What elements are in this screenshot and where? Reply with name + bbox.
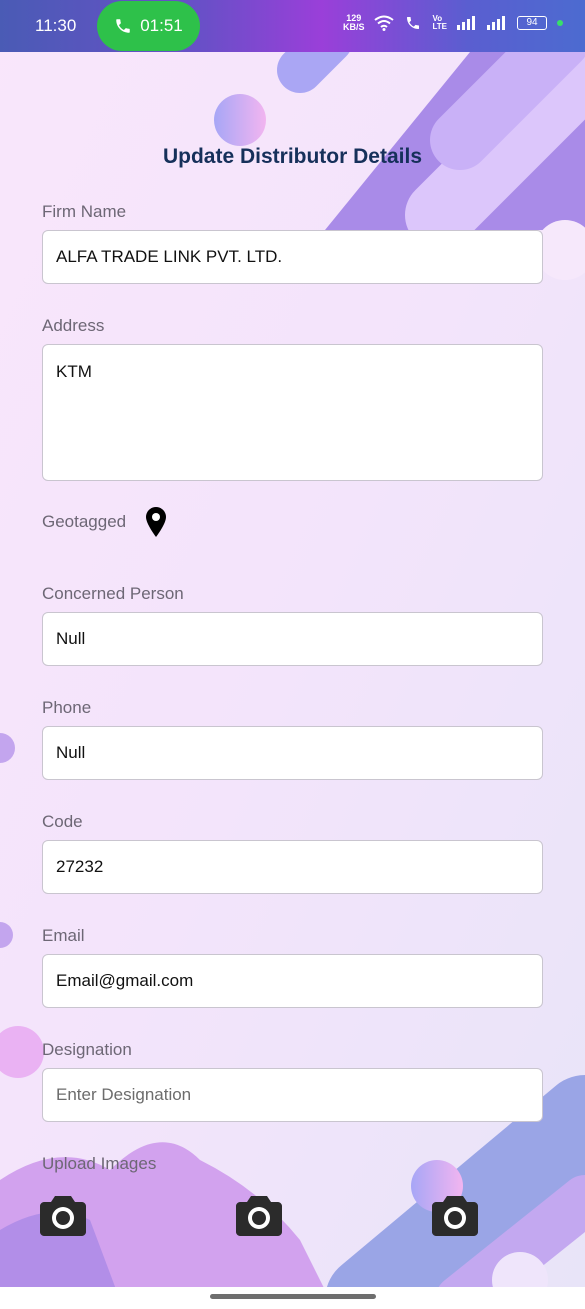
volte-indicator: Vo LTE [432, 14, 447, 31]
upload-images-label: Upload Images [42, 1154, 157, 1173]
camera-icon[interactable] [236, 1194, 282, 1236]
status-time: 11:30 [35, 16, 77, 35]
status-icons: 129 KB/S Vo LTE 94 [343, 14, 563, 32]
network-speed: 129 KB/S [342, 13, 365, 32]
concerned-person-input[interactable]: Null [42, 612, 543, 666]
privacy-indicator-dot [557, 20, 563, 26]
firm-name-input[interactable]: ALFA TRADE LINK PVT. LTD. [42, 230, 543, 284]
address-label: Address [42, 316, 105, 335]
camera-icon[interactable] [432, 1194, 478, 1236]
battery-indicator: 94 [517, 16, 547, 30]
designation-input[interactable]: Enter Designation [42, 1068, 543, 1122]
designation-label: Designation [42, 1040, 132, 1059]
geotagged-label: Geotagged [42, 512, 127, 531]
concerned-person-label: Concerned Person [42, 584, 184, 603]
ongoing-call-pill[interactable]: 01:51 [97, 1, 200, 51]
email-input[interactable]: Email@gmail.com [42, 954, 543, 1008]
gesture-nav-handle[interactable] [210, 1294, 376, 1299]
wifi-calling-icon [407, 17, 420, 29]
email-label: Email [42, 926, 85, 945]
firm-name-label: Firm Name [42, 202, 127, 221]
status-bar: 11:30 01:51 129 KB/S Vo LTE 94 [0, 0, 585, 52]
page-title: Update Distributor Details [162, 145, 423, 168]
phone-label: Phone [42, 698, 92, 717]
update-distributor-form: Update Distributor Details Firm Name ALF… [0, 0, 585, 1309]
code-input[interactable]: 27232 [42, 840, 543, 894]
location-pin-icon[interactable] [146, 507, 167, 537]
phone-input[interactable]: Null [42, 726, 543, 780]
camera-icon[interactable] [40, 1194, 86, 1236]
signal-icon [487, 16, 505, 30]
wifi-icon [374, 15, 395, 31]
phone-icon [116, 19, 130, 33]
call-timer: 01:51 [140, 16, 183, 35]
code-label: Code [42, 812, 83, 831]
address-input[interactable]: KTM [42, 344, 543, 481]
signal-icon [457, 16, 475, 30]
geotag-row: Geotagged [42, 507, 167, 537]
